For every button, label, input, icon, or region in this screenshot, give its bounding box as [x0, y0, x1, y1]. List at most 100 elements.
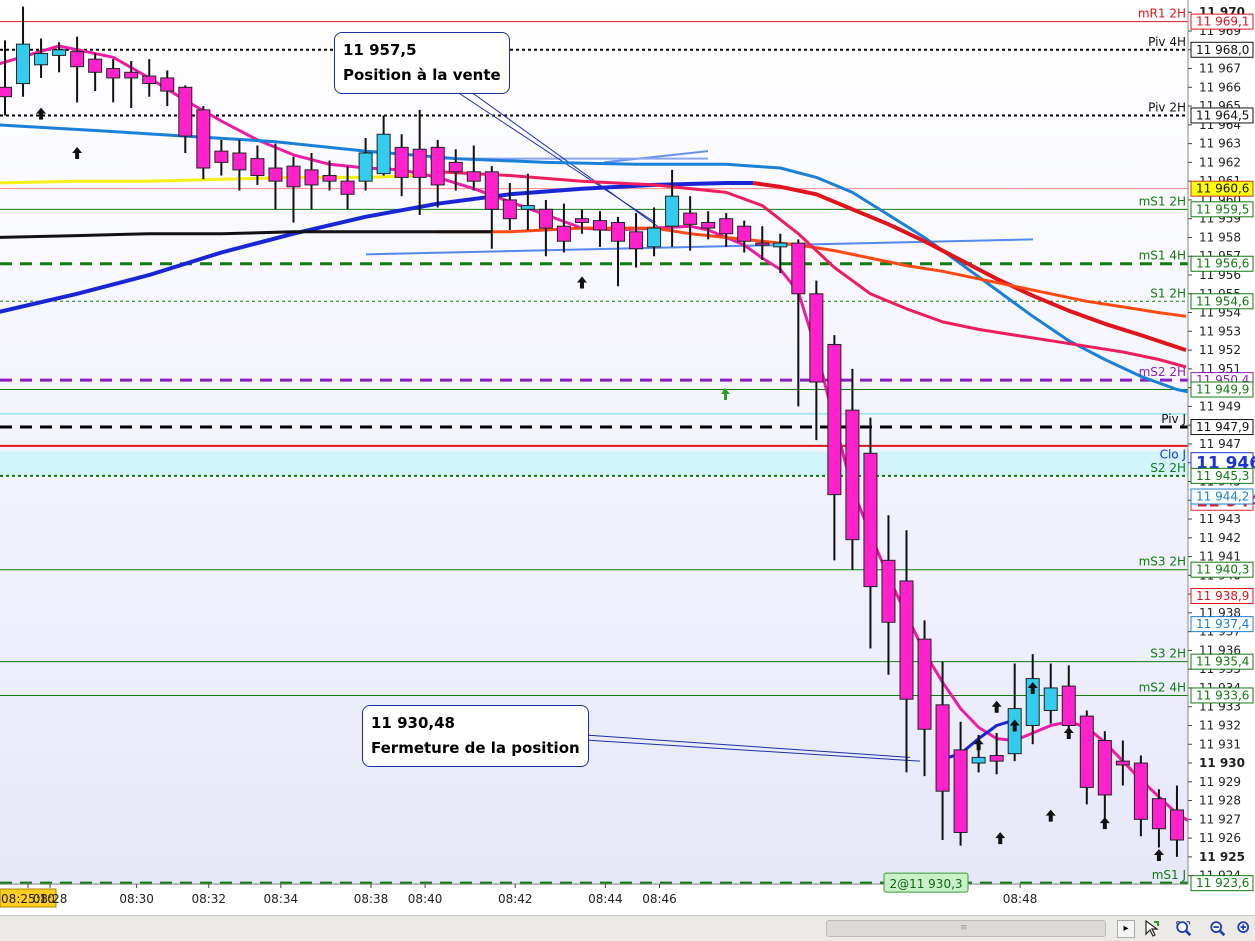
candle-body — [538, 208, 553, 229]
candle-body — [448, 161, 463, 173]
pivot-label: Piv 4H — [1148, 35, 1186, 49]
pivot-label: Piv 2H — [1148, 100, 1186, 114]
price-chart[interactable]: 11 97011 96911 96811 96711 96611 96511 9… — [0, 0, 1255, 915]
candle-body — [484, 171, 499, 210]
candle-body — [376, 133, 391, 175]
candle-body — [214, 150, 229, 163]
candle-body — [827, 343, 842, 496]
pointer-icon[interactable] — [1143, 919, 1161, 937]
candle-body — [556, 225, 571, 242]
candle-body — [665, 195, 680, 227]
candle-body — [989, 755, 1004, 762]
candle-body — [574, 218, 589, 223]
pivot-label: mS1 J — [1152, 868, 1186, 882]
candle-body — [502, 199, 517, 220]
candle-body — [1169, 809, 1184, 841]
scroll-thumb[interactable]: ≡ — [826, 920, 1106, 937]
price-box-label: 11 937,4 — [1196, 617, 1249, 631]
price-box-label: 11 938,9 — [1196, 589, 1249, 603]
candle-body — [1043, 687, 1058, 711]
candle-body — [268, 167, 283, 182]
price-tick-label: 11 942 — [1199, 531, 1241, 545]
price-box-label: 11 959,5 — [1196, 202, 1249, 216]
candle-body — [520, 205, 535, 210]
candle-body — [358, 152, 373, 182]
candle-body — [935, 704, 950, 792]
time-tick-label: 08:40 — [408, 892, 443, 906]
candle-body — [683, 212, 698, 225]
time-tick-label: 08:46 — [642, 892, 677, 906]
candle-body — [1079, 715, 1094, 788]
order-label: 2@11 930,3 — [889, 877, 962, 891]
price-tick-label: 11 931 — [1199, 737, 1241, 751]
candle-body — [1061, 685, 1076, 726]
price-box-label: 11 933,6 — [1196, 688, 1249, 702]
time-tick-label: 08:38 — [354, 892, 389, 906]
chart-window: 11 97011 96911 96811 96711 96611 96511 9… — [0, 0, 1255, 941]
time-tick-label: 08:42 — [498, 892, 533, 906]
price-box-label: 11 969,1 — [1196, 15, 1249, 29]
candle[interactable] — [196, 106, 211, 180]
pivot-label: S1 2H — [1150, 286, 1186, 300]
candle-body — [196, 109, 211, 169]
time-tick-label: 08:34 — [264, 892, 299, 906]
candle-body — [773, 242, 788, 248]
candle-body — [719, 218, 734, 235]
candle-body — [629, 231, 644, 250]
candle-body — [809, 293, 824, 383]
price-tick-label: 11 947 — [1199, 437, 1241, 451]
sell-text: Position à la vente — [343, 66, 501, 84]
price-box-label: 11 949,9 — [1196, 383, 1249, 397]
price-tick-label: 11 929 — [1199, 775, 1241, 789]
pivot-label: mR1 2H — [1138, 7, 1186, 21]
time-tick-label: 08:48 — [1003, 892, 1038, 906]
time-tick-label: 08:32 — [191, 892, 226, 906]
candle-body — [340, 180, 355, 195]
price-tick-label: 11 963 — [1199, 137, 1241, 151]
pivot-label: S3 2H — [1150, 647, 1186, 661]
candle-body — [845, 409, 860, 541]
candle-body — [466, 171, 481, 182]
zoom-in-icon[interactable] — [1236, 919, 1254, 937]
candle-body — [755, 242, 770, 246]
candle-body — [322, 175, 337, 182]
price-tick-label: 11 958 — [1199, 230, 1241, 244]
pivot-label: Clo J — [1160, 448, 1186, 462]
candle-body — [971, 756, 986, 764]
candle-body — [160, 77, 175, 92]
candle-body — [16, 43, 31, 85]
price-tick-label: 11 949 — [1199, 399, 1241, 413]
candle-body — [899, 580, 914, 700]
price-box-label: 11 956,6 — [1196, 257, 1249, 271]
sell-annotation: 11 957,5 Position à la vente — [334, 32, 510, 94]
candle-body — [1115, 760, 1130, 766]
close-price: 11 930,48 — [371, 714, 455, 732]
price-box-label: 11 968,0 — [1196, 43, 1249, 57]
candle-body — [863, 452, 878, 588]
price-tick-label: 11 943 — [1199, 512, 1241, 526]
candle-body — [70, 51, 85, 68]
candle-body — [1151, 798, 1166, 830]
price-tick-label: 11 941 — [1199, 550, 1241, 564]
zoom-fit-icon[interactable] — [1175, 919, 1193, 937]
price-box-label: 11 944,2 — [1196, 489, 1249, 503]
close-band — [0, 451, 1188, 476]
time-tick-label: 08:44 — [588, 892, 623, 906]
close-text: Fermeture de la position — [371, 739, 580, 757]
pivot-label: mS2 2H — [1139, 365, 1186, 379]
candle-body — [232, 152, 247, 171]
candle-body — [791, 242, 806, 295]
candle-body — [701, 221, 716, 229]
scroll-right-arrow-icon[interactable]: ▸ — [1117, 920, 1135, 938]
zoom-out-icon[interactable] — [1209, 919, 1227, 937]
horizontal-scrollbar[interactable]: ≡ ▸ — [0, 915, 1255, 941]
price-box-label: 11 947,9 — [1196, 420, 1249, 434]
price-tick-label: 11 926 — [1199, 831, 1241, 845]
time-tick-label: 08:30 — [119, 892, 154, 906]
candle-body — [0, 86, 12, 98]
candle-body — [592, 220, 607, 231]
price-tick-label: 11 927 — [1199, 812, 1241, 826]
pivot-label: mS3 2H — [1139, 555, 1186, 569]
time-tick-label: 08:28 — [33, 892, 68, 906]
candle-body — [106, 68, 121, 79]
